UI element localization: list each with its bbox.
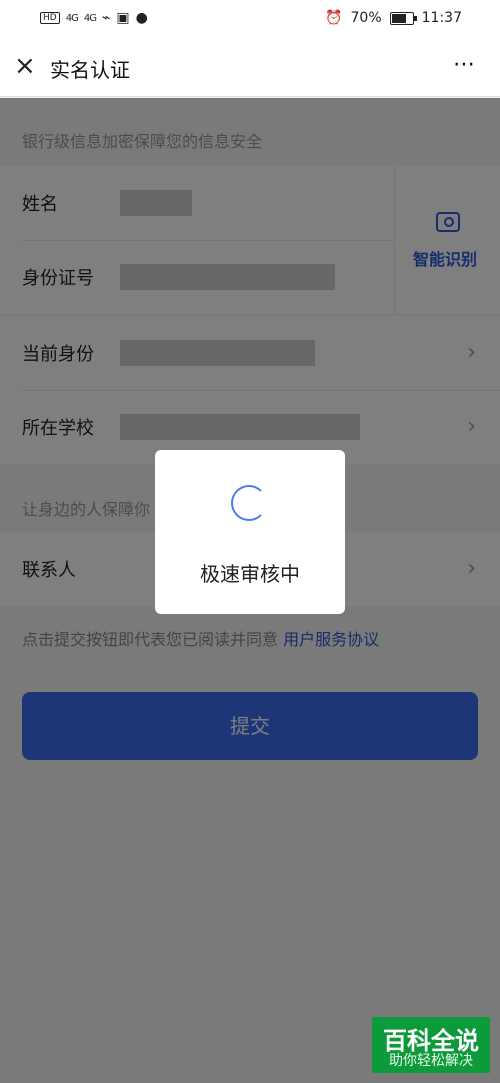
- page-title: 实名认证: [50, 58, 130, 82]
- message-icon: ●: [135, 10, 148, 26]
- hd-badge: HD: [40, 12, 60, 24]
- phone-screen: HD 4G 4G ⌁ ▣ ● ⏰ 70% 11:37 × 实名认证 ⋯ 银行级信…: [0, 0, 500, 1083]
- loading-text: 极速审核中: [200, 562, 300, 586]
- status-right: ⏰ 70% 11:37: [325, 10, 462, 26]
- signal-1: 4G: [65, 12, 79, 24]
- wifi-icon: ⌁: [101, 10, 111, 26]
- battery-percent: 70%: [350, 10, 382, 26]
- notification-icon: ▣: [116, 10, 130, 26]
- title-bar: × 实名认证 ⋯: [0, 38, 500, 97]
- status-time: 11:37: [421, 10, 462, 26]
- loading-dialog: 极速审核中: [155, 450, 345, 614]
- status-bar: HD 4G 4G ⌁ ▣ ● ⏰ 70% 11:37: [0, 0, 500, 38]
- alarm-icon: ⏰: [325, 10, 343, 26]
- more-icon[interactable]: ⋯: [453, 52, 476, 77]
- watermark-subtitle: 助你轻松解决: [389, 1053, 473, 1069]
- watermark-logo: 百科全说 助你轻松解决: [372, 1017, 490, 1073]
- status-left: HD 4G 4G ⌁ ▣ ●: [40, 10, 148, 26]
- close-icon[interactable]: ×: [14, 53, 38, 79]
- battery-icon: [389, 11, 417, 25]
- signal-2: 4G: [83, 12, 97, 24]
- loading-spinner-icon: [231, 485, 267, 521]
